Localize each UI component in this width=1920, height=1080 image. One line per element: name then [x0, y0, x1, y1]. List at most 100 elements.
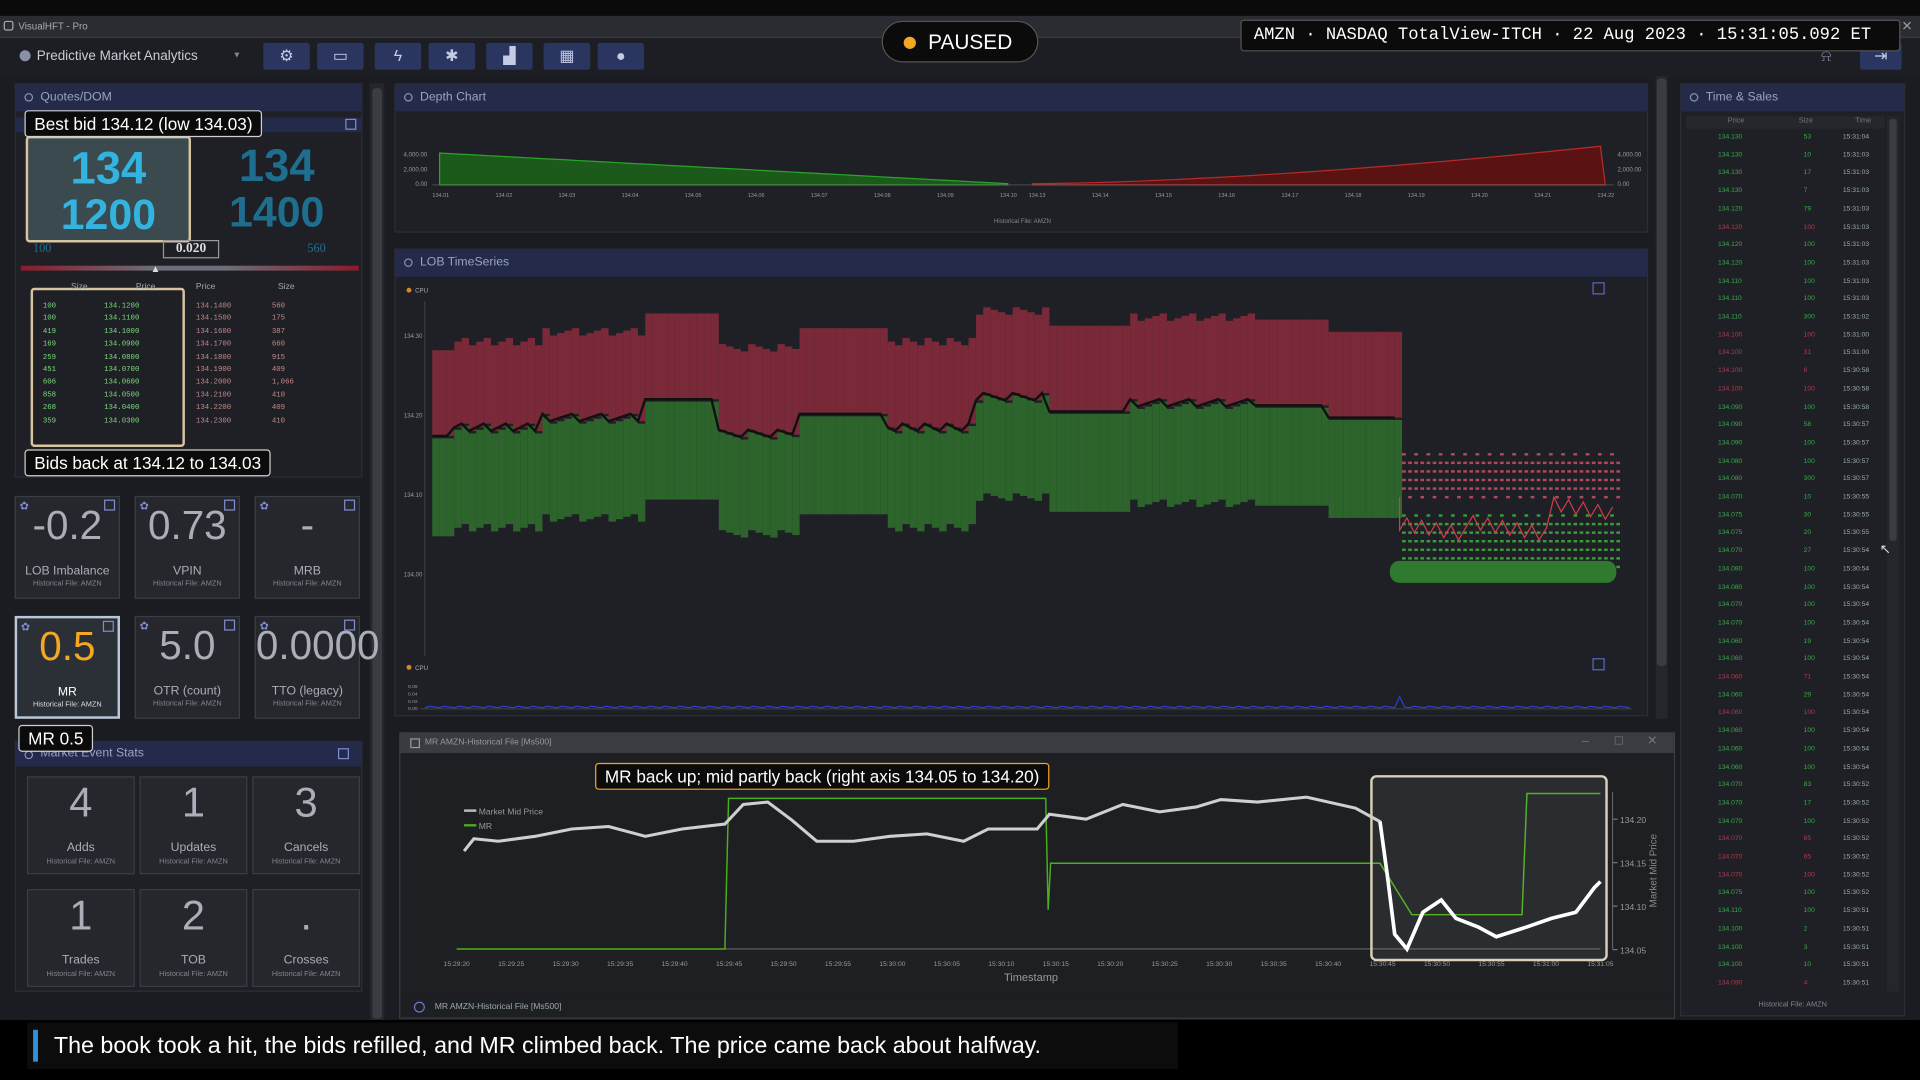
bid-row[interactable]: 259 134.0800: [40, 351, 175, 364]
ts-row[interactable]: 134.130 7 15:31:03: [1686, 183, 1884, 201]
ts-row[interactable]: 134.070 27 15:30:54: [1686, 543, 1884, 561]
ts-row[interactable]: 134.110 300 15:31:02: [1686, 309, 1884, 327]
stat-tile[interactable]: . Crosses Historical File: AMZN: [252, 888, 361, 987]
metric-tile[interactable]: ✿ 0.5 MR Historical File: AMZN: [14, 615, 121, 719]
stat-tile[interactable]: 1 Trades Historical File: AMZN: [26, 888, 135, 987]
bid-row[interactable]: 268 134.0400: [40, 402, 175, 415]
stat-tile[interactable]: 4 Adds Historical File: AMZN: [26, 776, 135, 875]
ts-row[interactable]: 134.100 100 15:30:58: [1686, 381, 1884, 399]
ts-row[interactable]: 134.100 2 15:30:51: [1686, 921, 1884, 939]
ts-row[interactable]: 134.080 100 15:30:57: [1686, 453, 1884, 471]
settings-button[interactable]: ⚙: [263, 42, 310, 70]
ts-row[interactable]: 134.060 71 15:30:54: [1686, 669, 1884, 687]
metric-tile[interactable]: ✿ -0.2 LOB Imbalance Historical File: AM…: [14, 495, 121, 599]
keyboard-button[interactable]: ▦: [543, 42, 591, 70]
paused-badge[interactable]: PAUSED: [881, 20, 1039, 63]
user-button[interactable]: ●: [597, 42, 645, 70]
ts-row[interactable]: 134.075 20 15:30:55: [1686, 525, 1884, 543]
expand-icon[interactable]: [1592, 658, 1605, 671]
ask-row[interactable]: 134.1500 175: [196, 313, 331, 326]
ts-row[interactable]: 134.080 100 15:30:54: [1686, 561, 1884, 579]
ts-row[interactable]: 134.075 30 15:30:55: [1686, 507, 1884, 525]
bid-row[interactable]: 100 134.1100: [40, 313, 175, 326]
metric-tile[interactable]: ✿ 0.73 VPIN Historical File: AMZN: [134, 495, 241, 599]
ts-row[interactable]: 134.100 6 15:30:58: [1686, 363, 1884, 381]
analytics-button[interactable]: ▟: [486, 42, 533, 70]
ts-row[interactable]: 134.070 83 15:30:52: [1686, 777, 1884, 795]
expand-icon[interactable]: [345, 118, 357, 130]
ts-row[interactable]: 134.070 65 15:30:52: [1686, 831, 1884, 849]
ts-row[interactable]: 134.070 65 15:30:52: [1686, 849, 1884, 867]
ask-row[interactable]: 134.1900 409: [196, 364, 331, 377]
ts-row[interactable]: 134.090 100 15:30:58: [1686, 399, 1884, 417]
bid-row[interactable]: 169 134.0900: [40, 338, 175, 351]
ts-row[interactable]: 134.060 100 15:30:54: [1686, 741, 1884, 759]
ts-row[interactable]: 134.090 4 15:30:51: [1686, 975, 1884, 993]
ts-row[interactable]: 134.060 100 15:30:54: [1686, 759, 1884, 777]
ask-row[interactable]: 134.2200 409: [196, 402, 331, 415]
ts-row[interactable]: 134.060 29 15:30:54: [1686, 687, 1884, 705]
center-scroll-thumb[interactable]: [1656, 78, 1667, 667]
ts-row[interactable]: 134.070 100 15:30:52: [1686, 867, 1884, 885]
expand-icon[interactable]: [1592, 282, 1605, 295]
ts-row[interactable]: 134.100 100 15:31:00: [1686, 327, 1884, 345]
ask-row[interactable]: 134.1600 387: [196, 325, 331, 338]
ts-row[interactable]: 134.120 79 15:31:03: [1686, 201, 1884, 219]
ask-row[interactable]: 134.2300 410: [196, 415, 331, 428]
ts-row[interactable]: 134.100 31 15:31:00: [1686, 345, 1884, 363]
metric-tile[interactable]: ✿ 0.0000 TTO (legacy) Historical File: A…: [254, 615, 380, 719]
bid-row[interactable]: 100 134.1200: [40, 300, 175, 313]
ts-row[interactable]: 134.100 10 15:30:51: [1686, 957, 1884, 975]
ts-row[interactable]: 134.070 100 15:30:52: [1686, 813, 1884, 831]
bolt-button[interactable]: ϟ: [374, 42, 422, 70]
stat-tile[interactable]: 2 TOB Historical File: AMZN: [139, 888, 248, 987]
ask-row[interactable]: 134.2000 1,066: [196, 376, 331, 389]
ts-row[interactable]: 134.130 53 15:31:04: [1686, 129, 1884, 147]
maximize-icon[interactable]: ☐: [1614, 735, 1624, 748]
ts-row[interactable]: 134.120 100 15:31:03: [1686, 219, 1884, 237]
ts-row[interactable]: 134.090 100 15:30:57: [1686, 435, 1884, 453]
ts-row[interactable]: 134.060 19 15:30:54: [1686, 633, 1884, 651]
ts-row[interactable]: 134.070 100 15:30:54: [1686, 597, 1884, 615]
ts-row[interactable]: 134.130 10 15:31:03: [1686, 147, 1884, 165]
metric-tile[interactable]: ✿ - MRB Historical File: AMZN: [254, 495, 361, 599]
ts-row[interactable]: 134.070 10 15:30:55: [1686, 489, 1884, 507]
chevron-down-icon[interactable]: ▼: [233, 51, 241, 60]
ts-row[interactable]: 134.060 100 15:30:54: [1686, 651, 1884, 669]
plugins-button[interactable]: ✱: [428, 42, 476, 70]
ts-row[interactable]: 134.090 58 15:30:57: [1686, 417, 1884, 435]
stat-tile[interactable]: 3 Cancels Historical File: AMZN: [252, 776, 361, 875]
ts-row[interactable]: 134.100 3 15:30:51: [1686, 939, 1884, 957]
ts-row[interactable]: 134.080 300 15:30:57: [1686, 471, 1884, 489]
ask-row[interactable]: 134.2100 410: [196, 389, 331, 402]
ts-row[interactable]: 134.110 100 15:31:03: [1686, 291, 1884, 309]
stat-tile[interactable]: 1 Updates Historical File: AMZN: [139, 776, 248, 875]
ts-row[interactable]: 134.110 100 15:30:51: [1686, 903, 1884, 921]
bid-row[interactable]: 451 134.0700: [40, 364, 175, 377]
ts-scroll-thumb[interactable]: [1889, 118, 1897, 542]
bid-row[interactable]: 419 134.1000: [40, 325, 175, 338]
bid-row[interactable]: 606 134.0600: [40, 376, 175, 389]
ts-row[interactable]: 134.110 100 15:31:03: [1686, 273, 1884, 291]
center-scrollbar[interactable]: [1655, 75, 1668, 719]
monitor-button[interactable]: ▭: [317, 42, 364, 70]
ts-row[interactable]: 134.070 100 15:30:54: [1686, 615, 1884, 633]
ask-row[interactable]: 134.1400 560: [196, 300, 331, 313]
ts-row[interactable]: 134.060 100 15:30:54: [1686, 723, 1884, 741]
ask-row[interactable]: 134.1700 660: [196, 338, 331, 351]
ts-row[interactable]: 134.120 100 15:31:03: [1686, 237, 1884, 255]
ts-row[interactable]: 134.075 100 15:30:52: [1686, 885, 1884, 903]
left-scroll-thumb[interactable]: [372, 88, 383, 1019]
metric-tile[interactable]: ✿ 5.0 OTR (count) Historical File: AMZN: [134, 615, 241, 719]
bid-row[interactable]: 359 134.0300: [40, 415, 175, 428]
ask-row[interactable]: 134.1800 915: [196, 351, 331, 364]
calendar-icon[interactable]: [337, 748, 349, 760]
bid-row[interactable]: 858 134.0500: [40, 389, 175, 402]
ts-row[interactable]: 134.060 100 15:30:54: [1686, 705, 1884, 723]
ts-row[interactable]: 134.120 100 15:31:03: [1686, 255, 1884, 273]
close-icon[interactable]: ✕: [1647, 735, 1657, 748]
ts-row[interactable]: 134.070 17 15:30:52: [1686, 795, 1884, 813]
close-icon[interactable]: ✕: [1901, 18, 1912, 35]
ts-row[interactable]: 134.130 17 15:31:03: [1686, 165, 1884, 183]
left-scrollbar[interactable]: [369, 83, 385, 1027]
